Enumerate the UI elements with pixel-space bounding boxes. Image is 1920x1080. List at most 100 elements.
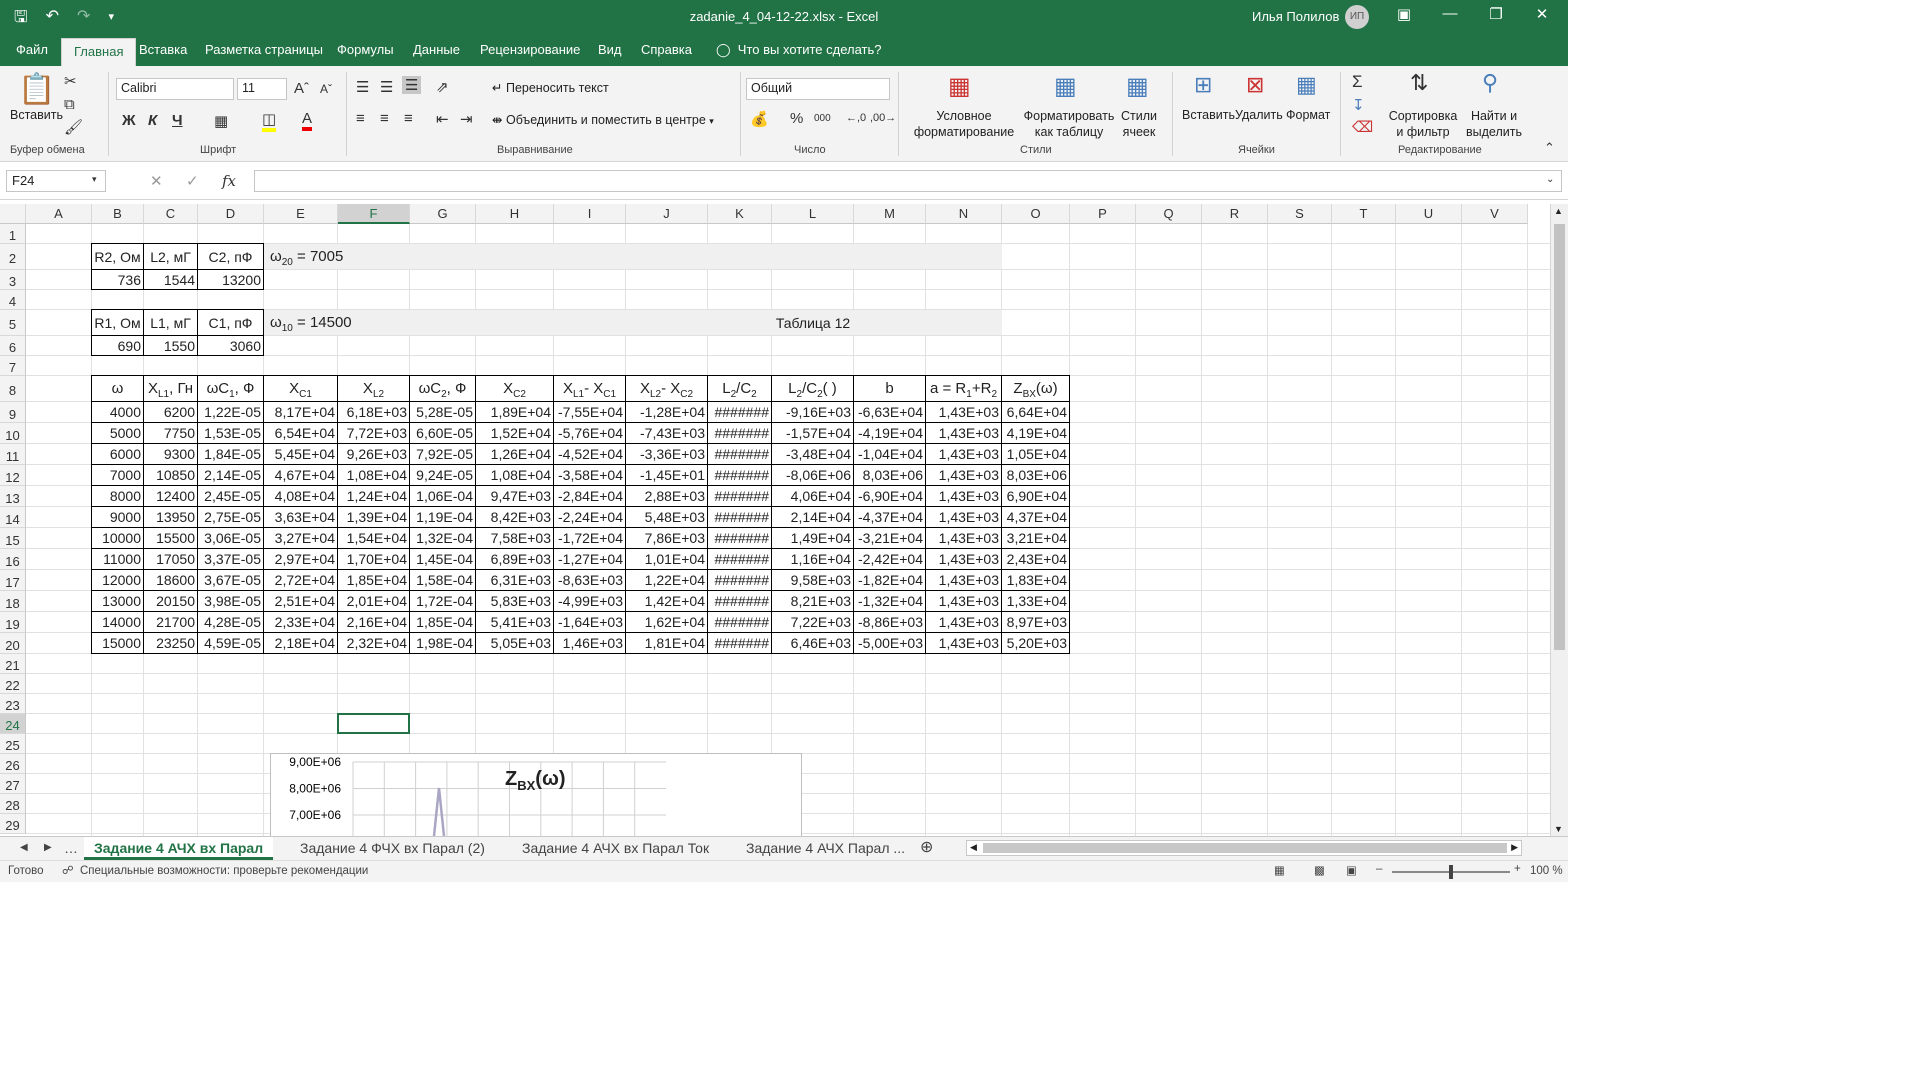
sheet-tab-1[interactable]: Задание 4 АЧХ вх Парал	[84, 837, 274, 860]
table-cell[interactable]: 1,43E+03	[925, 443, 1002, 465]
table-cell[interactable]: 15000	[91, 632, 144, 654]
increase-indent-icon[interactable]: ⇥	[460, 110, 473, 128]
row-header-14[interactable]: 14	[0, 507, 26, 528]
paste-button[interactable]: Вставить	[10, 108, 63, 122]
table-cell[interactable]: 13000	[91, 590, 144, 612]
chart[interactable]: 9,00E+06 8,00E+06 7,00E+06 ZBX(ω)	[270, 753, 802, 836]
table-cell[interactable]: 4,28E-05	[197, 611, 264, 633]
table-cell[interactable]: 2,51E+04	[263, 590, 338, 612]
column-header-R[interactable]: R	[1202, 204, 1268, 224]
table-cell[interactable]: 1,54E+04	[337, 527, 410, 549]
find-select-button[interactable]: Найти и выделить	[1464, 108, 1524, 140]
hscroll-left-icon[interactable]: ◀	[970, 842, 977, 853]
scroll-thumb[interactable]	[1554, 224, 1565, 650]
more-sheets-icon[interactable]: …	[64, 837, 78, 860]
table-cell[interactable]: #######	[707, 548, 772, 570]
table-cell[interactable]: -1,72E+04	[553, 527, 626, 549]
table-header-cell[interactable]: XL2	[337, 375, 410, 402]
table-cell[interactable]: 6000	[91, 443, 144, 465]
name-box[interactable]: F24	[6, 170, 106, 192]
column-header-T[interactable]: T	[1332, 204, 1396, 224]
table-cell[interactable]: 4,59E-05	[197, 632, 264, 654]
column-header-D[interactable]: D	[198, 204, 264, 224]
table-header-cell[interactable]: ωC2, Ф	[409, 375, 476, 402]
table-cell[interactable]: 5,41E+03	[475, 611, 554, 633]
param1-value[interactable]: 1550	[143, 335, 198, 356]
row-header-27[interactable]: 27	[0, 774, 26, 794]
font-size-select[interactable]: 11	[237, 78, 287, 100]
column-header-J[interactable]: J	[626, 204, 708, 224]
decrease-indent-icon[interactable]: ⇤	[436, 110, 449, 128]
param2-header[interactable]: C2, пФ	[197, 243, 264, 270]
table-cell[interactable]: #######	[707, 569, 772, 591]
table-cell[interactable]: #######	[707, 443, 772, 465]
font-name-select[interactable]: Calibri	[116, 78, 234, 100]
row-header-10[interactable]: 10	[0, 423, 26, 444]
scroll-up-icon[interactable]: ▲	[1554, 206, 1563, 216]
clear-icon[interactable]: ⌫	[1352, 118, 1373, 136]
table-cell[interactable]: 7,22E+03	[771, 611, 854, 633]
table-header-cell[interactable]: XC2	[475, 375, 554, 402]
table-cell[interactable]: #######	[707, 485, 772, 507]
table-cell[interactable]: 1,26E+04	[475, 443, 554, 465]
table-cell[interactable]: 8,17E+04	[263, 401, 338, 423]
table-cell[interactable]: 3,63E+04	[263, 506, 338, 528]
table-cell[interactable]: 2,88E+03	[625, 485, 708, 507]
bold-icon[interactable]: Ж	[122, 112, 136, 129]
table-header-cell[interactable]: a = R1+R2	[925, 375, 1002, 402]
table-cell[interactable]: 1,52E+04	[475, 422, 554, 444]
table-cell[interactable]: 2,33E+04	[263, 611, 338, 633]
param2-value[interactable]: 736	[91, 269, 144, 290]
table-cell[interactable]: -3,21E+04	[853, 527, 926, 549]
table-cell[interactable]: 6,46E+03	[771, 632, 854, 654]
align-top-icon[interactable]: ☰	[356, 78, 369, 96]
table-cell[interactable]: 2,16E+04	[337, 611, 410, 633]
table-cell[interactable]: 3,27E+04	[263, 527, 338, 549]
table-cell[interactable]: 8,03E+06	[853, 464, 926, 486]
column-header-L[interactable]: L	[772, 204, 854, 224]
row-header-4[interactable]: 4	[0, 290, 26, 310]
omega20-cell[interactable]: ω20 = 7005	[264, 244, 410, 270]
table-cell[interactable]: 1,19E-04	[409, 506, 476, 528]
row-header-12[interactable]: 12	[0, 465, 26, 486]
table-cell[interactable]: 18600	[143, 569, 198, 591]
worksheet-grid[interactable]: ABCDEFGHIJKLMNOPQRSTUV 1 2 3 4 5 6 7 8 9 10 11 12 13…	[0, 204, 1550, 836]
prev-sheet-icon[interactable]: ◀	[20, 837, 28, 860]
table-header-cell[interactable]: XL1- XC1	[553, 375, 626, 402]
table-cell[interactable]: -4,37E+04	[853, 506, 926, 528]
table-cell[interactable]: 6,31E+03	[475, 569, 554, 591]
table-cell[interactable]: 2,18E+04	[263, 632, 338, 654]
table-cell[interactable]: #######	[707, 506, 772, 528]
table-cell[interactable]: 6,18E+03	[337, 401, 410, 423]
tab-help[interactable]: Справка	[641, 42, 692, 57]
row-header-20[interactable]: 20	[0, 633, 26, 654]
hscroll-thumb[interactable]	[983, 843, 1507, 853]
table-cell[interactable]: 7000	[91, 464, 144, 486]
table-cell[interactable]: 13950	[143, 506, 198, 528]
row-header-26[interactable]: 26	[0, 754, 26, 774]
ribbon-display-icon[interactable]: ▣	[1384, 5, 1424, 23]
column-header-E[interactable]: E	[264, 204, 338, 224]
table-cell[interactable]: 1,45E-04	[409, 548, 476, 570]
minimize-icon[interactable]: —	[1430, 5, 1470, 22]
row-header-22[interactable]: 22	[0, 674, 26, 694]
autosum-icon[interactable]: Σ	[1352, 72, 1363, 92]
column-header-M[interactable]: M	[854, 204, 926, 224]
table-cell[interactable]: -1,45E+01	[625, 464, 708, 486]
table-cell[interactable]: 1,43E+03	[925, 548, 1002, 570]
table-cell[interactable]: #######	[707, 422, 772, 444]
row-header-19[interactable]: 19	[0, 612, 26, 633]
column-header-C[interactable]: C	[144, 204, 198, 224]
copy-icon[interactable]: ⧉	[64, 96, 75, 113]
table-cell[interactable]: 1,22E+04	[625, 569, 708, 591]
table-cell[interactable]: 2,14E-05	[197, 464, 264, 486]
table-header-cell[interactable]: L2/C2( )	[771, 375, 854, 402]
page-break-icon[interactable]: ▣	[1346, 863, 1357, 877]
enter-icon[interactable]: ✓	[186, 172, 199, 190]
table-header-cell[interactable]: b	[853, 375, 926, 402]
insert-cells-icon[interactable]: ⊞	[1194, 72, 1212, 98]
table-cell[interactable]: -3,48E+04	[771, 443, 854, 465]
row-header-24[interactable]: 24	[0, 714, 26, 734]
collapse-ribbon-icon[interactable]: ⌃	[1544, 140, 1555, 156]
format-painter-icon[interactable]: 🖌	[64, 118, 83, 136]
